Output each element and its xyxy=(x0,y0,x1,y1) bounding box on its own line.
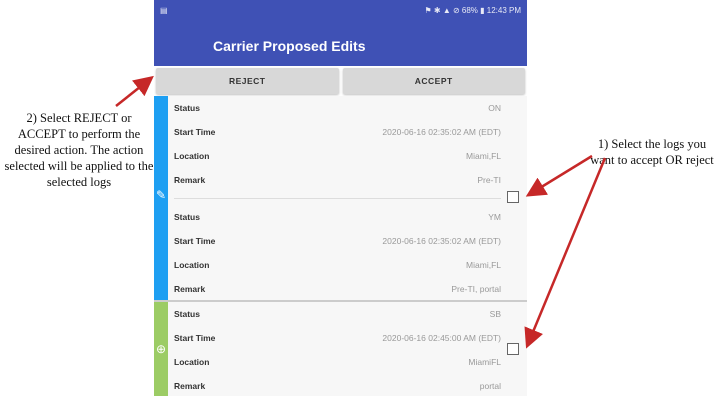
status-label: Status xyxy=(174,212,200,222)
add-circle-icon: ⊕ xyxy=(155,342,167,356)
remark-row: Remark Pre-TI xyxy=(174,168,527,192)
status-value: YM xyxy=(488,212,501,222)
start-time-row: Start Time 2020-06-16 02:35:02 AM (EDT) xyxy=(174,120,527,144)
remark-row: Remark Pre-TI, portal xyxy=(174,277,527,301)
remark-label: Remark xyxy=(174,175,206,185)
location-label: Location xyxy=(174,151,210,161)
status-row: Status ON xyxy=(174,96,527,120)
status-indicators: ⚑ ✱ ▲ ⊘ 68% ▮ 12:43 PM xyxy=(424,5,522,15)
status-value: ON xyxy=(488,103,501,113)
start-time-row: Start Time 2020-06-16 02:35:02 AM (EDT) xyxy=(174,229,527,253)
remark-label: Remark xyxy=(174,381,206,391)
remark-value: portal xyxy=(479,381,501,391)
log-record: Status SB Start Time 2020-06-16 02:45:00 A… xyxy=(168,302,527,396)
start-time-label: Start Time xyxy=(174,236,216,246)
group-body: Status SB Start Time 2020-06-16 02:45:00 A… xyxy=(168,302,527,396)
log-group-1: ✎ Status ON Start Time 2020-06-16 02:35:02… xyxy=(154,96,527,300)
annotation-left: 2) Select REJECT or ACCEPT to perform th… xyxy=(4,111,154,189)
group-body: Status ON Start Time 2020-06-16 02:35:02 A… xyxy=(168,96,527,300)
location-label: Location xyxy=(174,260,210,270)
start-time-value: 2020-06-16 02:45:00 AM (EDT) xyxy=(382,333,501,343)
log-record: Status YM Start Time 2020-06-16 02:35:02 A… xyxy=(168,205,527,301)
app-header: ▤ ⚑ ✱ ▲ ⊘ 68% ▮ 12:43 PM Carrier Propose… xyxy=(154,0,527,66)
status-bar: ▤ ⚑ ✱ ▲ ⊘ 68% ▮ 12:43 PM xyxy=(154,0,527,20)
arrow-to-reject xyxy=(115,75,154,107)
select-log-checkbox[interactable] xyxy=(507,343,519,355)
arrow-to-checkbox-1 xyxy=(525,154,593,197)
status-row: Status YM xyxy=(174,205,527,229)
phone-screen: ▤ ⚑ ✱ ▲ ⊘ 68% ▮ 12:43 PM Carrier Propose… xyxy=(154,0,527,396)
location-value: MiamiFL xyxy=(468,357,501,367)
status-row: Status SB xyxy=(174,302,527,326)
location-value: Miami,FL xyxy=(466,260,501,270)
pencil-icon: ✎ xyxy=(155,188,167,202)
location-row: Location Miami,FL xyxy=(174,253,527,277)
location-value: Miami,FL xyxy=(466,151,501,161)
status-label: Status xyxy=(174,103,200,113)
group-accent-bar: ✎ xyxy=(154,96,168,300)
status-value: SB xyxy=(489,309,501,319)
annotation-right: 1) Select the logs you want to accept OR… xyxy=(590,137,714,167)
reject-button[interactable]: REJECT xyxy=(156,68,339,94)
remark-value: Pre-TI xyxy=(477,175,501,185)
group-accent-bar: ⊕ xyxy=(154,302,168,396)
log-record: Status ON Start Time 2020-06-16 02:35:02 A… xyxy=(168,96,527,192)
action-bar: REJECT ACCEPT xyxy=(154,66,527,96)
start-time-value: 2020-06-16 02:35:02 AM (EDT) xyxy=(382,127,501,137)
page-title: Carrier Proposed Edits xyxy=(213,38,366,54)
start-time-row: Start Time 2020-06-16 02:45:00 AM (EDT) xyxy=(174,326,527,350)
remark-row: Remark portal xyxy=(174,374,527,396)
record-divider xyxy=(174,198,501,199)
start-time-label: Start Time xyxy=(174,333,216,343)
location-row: Location Miami,FL xyxy=(174,144,527,168)
location-label: Location xyxy=(174,357,210,367)
select-log-checkbox[interactable] xyxy=(507,191,519,203)
arrow-to-checkbox-2 xyxy=(524,157,607,349)
start-time-label: Start Time xyxy=(174,127,216,137)
clipboard-icon: ▤ xyxy=(160,5,168,15)
start-time-value: 2020-06-16 02:35:02 AM (EDT) xyxy=(382,236,501,246)
remark-label: Remark xyxy=(174,284,206,294)
remark-value: Pre-TI, portal xyxy=(451,284,501,294)
accept-button[interactable]: ACCEPT xyxy=(342,68,525,94)
location-row: Location MiamiFL xyxy=(174,350,527,374)
log-group-2: ⊕ Status SB Start Time 2020-06-16 02:45:00… xyxy=(154,302,527,396)
status-label: Status xyxy=(174,309,200,319)
